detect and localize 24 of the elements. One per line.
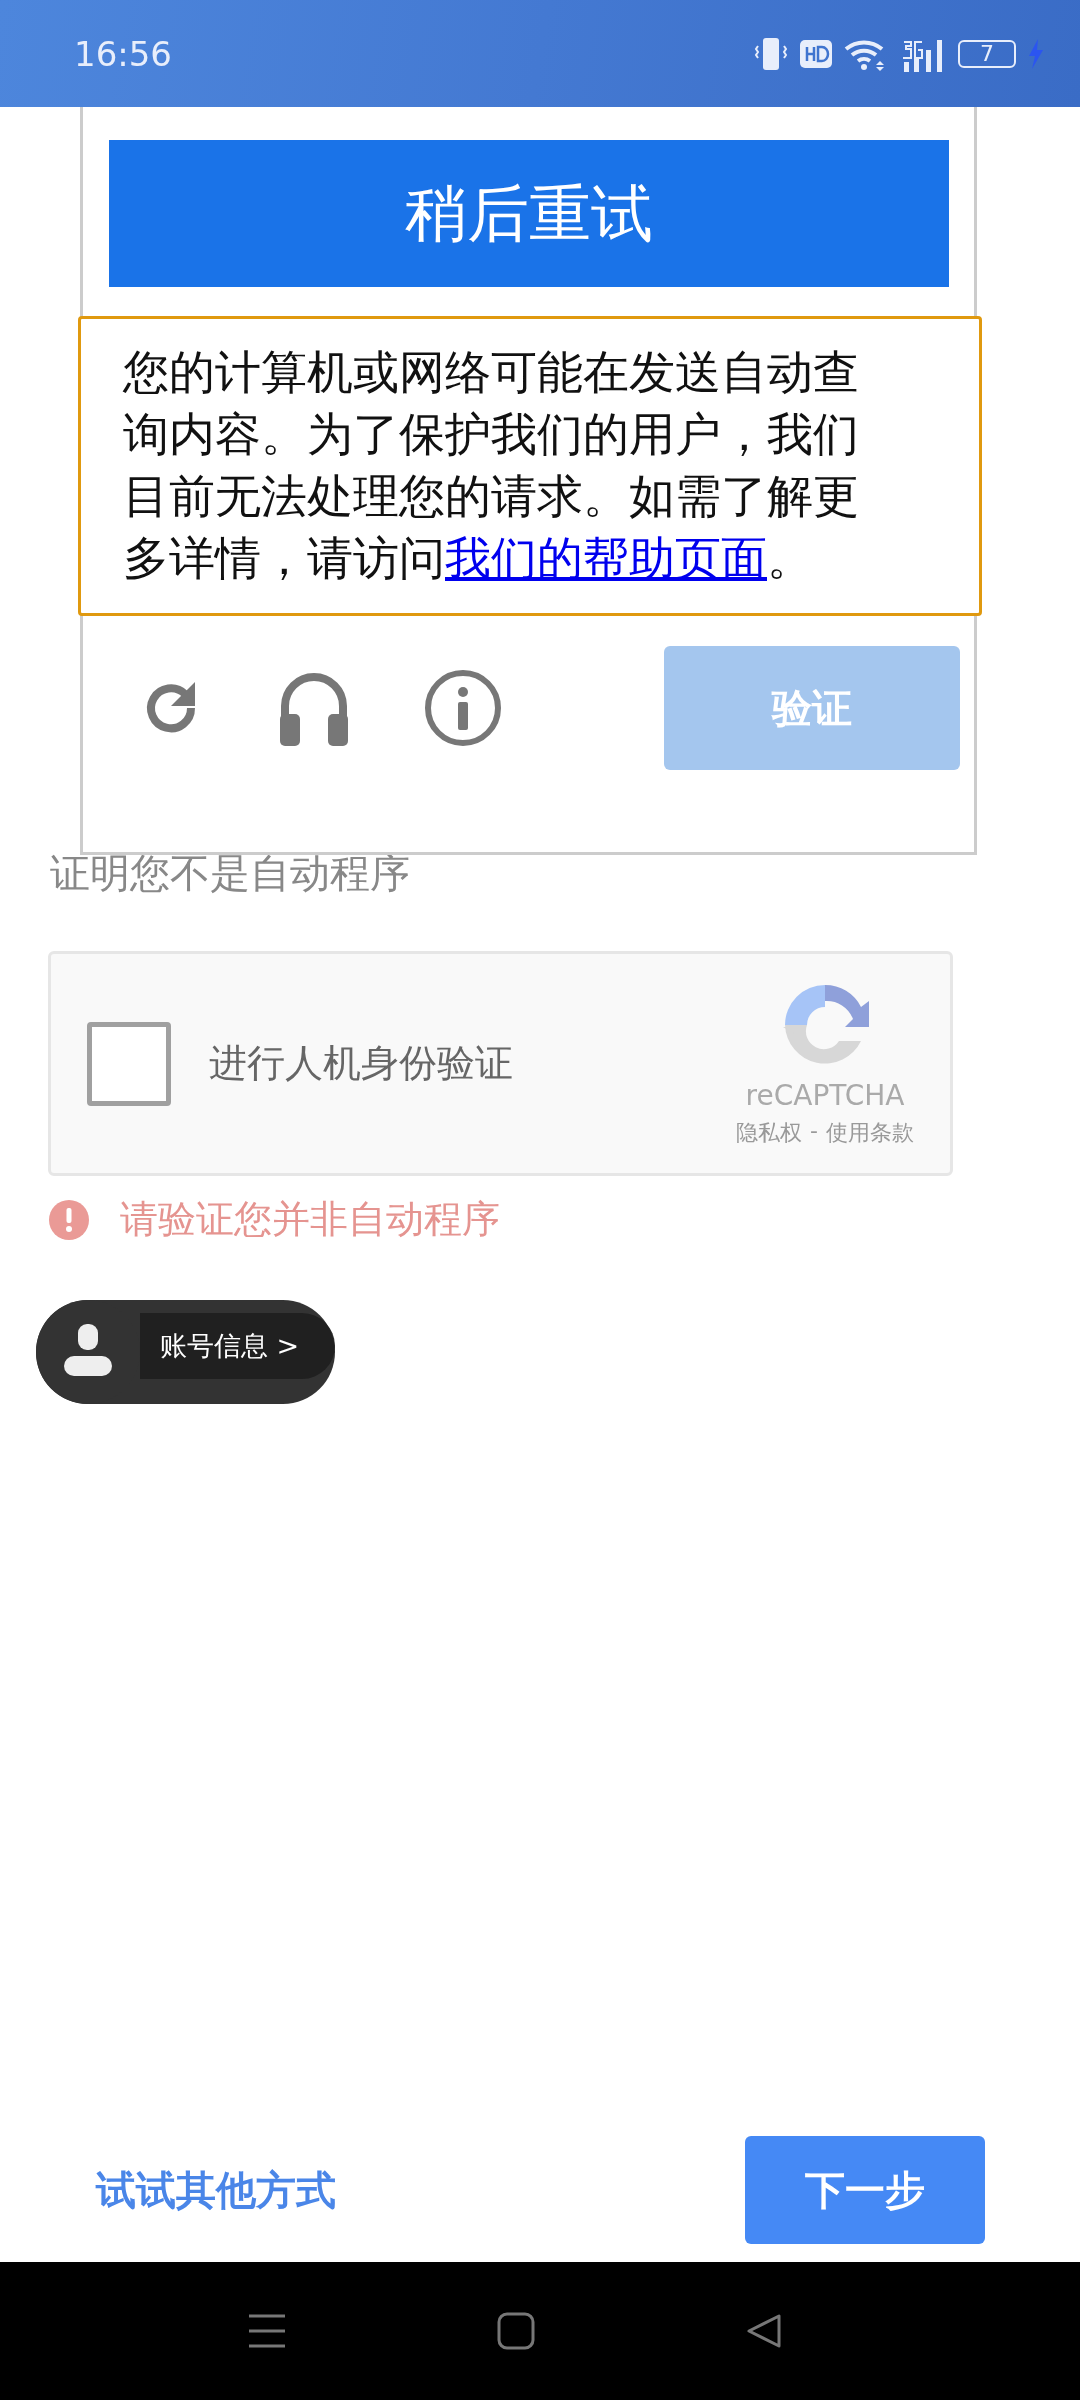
message-text: 您的计算机或网络可能在发送自动查询内容。为了保护我们的用户，我们目前无法处理您的请求。如需了解更多详情，请访问我们的帮助页面。 (123, 344, 860, 587)
privacy-link[interactable]: 隐私权 (736, 1118, 803, 1148)
info-icon[interactable] (423, 668, 503, 748)
retry-later-button[interactable]: 稍后重试 (108, 140, 949, 287)
separator: - (810, 1118, 818, 1145)
menu-icon[interactable] (248, 2313, 286, 2349)
vibrate-icon (754, 35, 788, 72)
recaptcha-label: 进行人机身份验证 (209, 1040, 514, 1087)
prompt-text: 证明您不是自动程序 (50, 849, 411, 898)
back-icon[interactable] (746, 2312, 784, 2350)
battery-level: 7 (980, 41, 994, 66)
error-text: 请验证您并非自动程序 (120, 1196, 500, 1243)
checkbox[interactable] (87, 1021, 171, 1106)
help-page-link[interactable]: 我们的帮助页面 (445, 531, 767, 585)
account-info-badge[interactable]: 账号信息 > (36, 1300, 336, 1404)
error-icon (48, 1198, 90, 1241)
home-icon[interactable] (497, 2312, 535, 2350)
terms-link[interactable]: 使用条款 (826, 1118, 914, 1148)
recaptcha-brand: reCAPTCHA (745, 1079, 905, 1112)
clock: 16:56 (74, 33, 172, 74)
try-other-way-link[interactable]: 试试其他方式 (96, 2162, 336, 2218)
hd-icon (800, 39, 832, 68)
next-button[interactable]: 下一步 (745, 2136, 985, 2244)
charging-icon (1028, 38, 1044, 69)
